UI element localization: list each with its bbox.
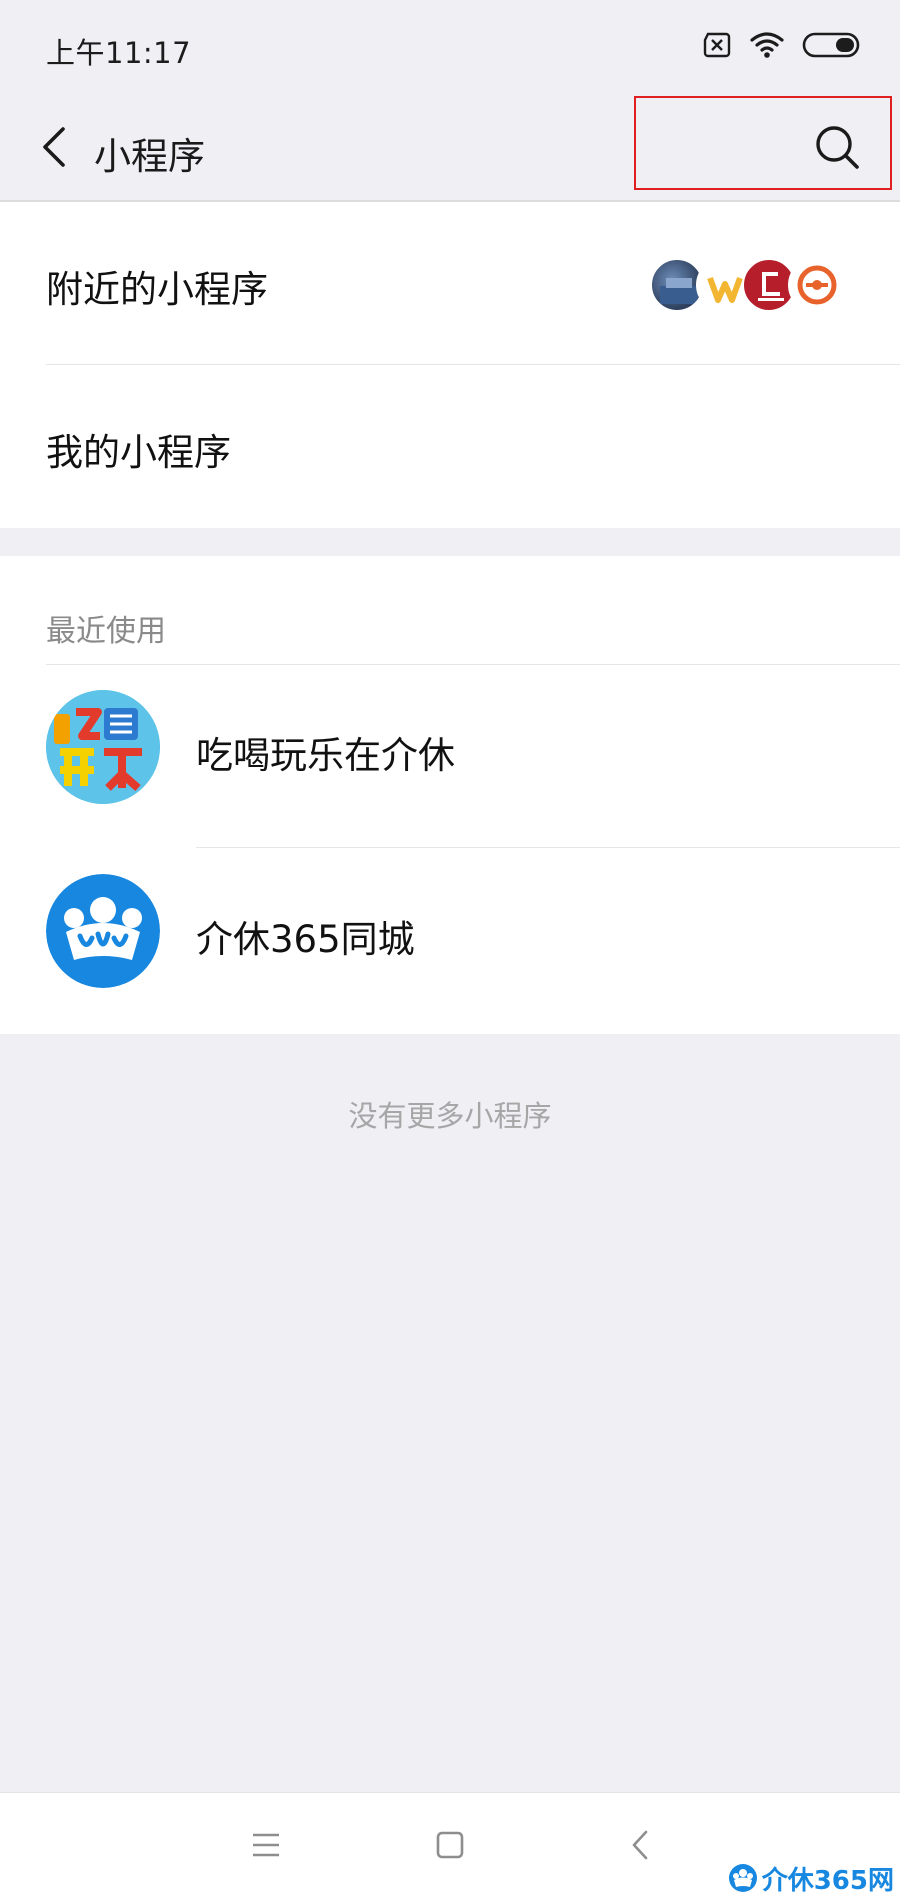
nav-home-button[interactable] [430,1827,470,1867]
mini-program-menu: 附近的小程序 我的小程序 [0,202,900,528]
search-icon [814,124,860,174]
sim-error-icon [702,32,732,62]
back-button[interactable] [26,118,82,180]
page-title: 小程序 [94,135,205,178]
menu-icon [251,1832,281,1862]
recent-app-row[interactable]: 吃喝玩乐在介休 [0,665,900,849]
nearby-mini-programs-row[interactable]: 附近的小程序 [0,202,900,365]
nearby-mini-programs-label: 附近的小程序 [46,268,268,311]
system-nav-bar: 介休365网 [0,1792,900,1900]
nearby-app-icon-4 [788,258,842,312]
recent-app-name: 介休365同城 [196,918,415,961]
recent-header: 最近使用 [46,614,166,649]
chihe-wanle-logo-icon [46,690,160,804]
status-bar: 上午11:17 [0,0,900,96]
recent-section: 最近使用 吃喝玩乐在介休 介休365同城 [0,556,900,1034]
wifi-icon [750,31,784,63]
watermark-logo-icon [728,1863,758,1893]
nearby-app-icons [650,258,842,312]
back-icon [629,1829,651,1865]
recent-app-name: 吃喝玩乐在介休 [196,734,455,777]
watermark-text: 介休365网 [761,1865,894,1896]
app-header: 小程序 [0,96,900,202]
status-time: 上午11:17 [46,36,192,70]
battery-toggle-icon [802,31,860,63]
nav-menu-button[interactable] [246,1827,286,1867]
chevron-left-icon [39,125,69,173]
home-icon [435,1830,465,1864]
divider [196,847,900,848]
my-mini-programs-label: 我的小程序 [46,431,231,474]
site-watermark: 介休365网 [728,1860,894,1896]
jiexiu365-crown-logo-icon [46,874,160,988]
recent-app-row[interactable]: 介休365同城 [0,849,900,1033]
nav-back-button[interactable] [620,1827,660,1867]
my-mini-programs-row[interactable]: 我的小程序 [0,365,900,528]
status-icons [702,30,860,64]
search-button[interactable] [634,96,892,190]
no-more-programs-text: 没有更多小程序 [348,1099,552,1133]
